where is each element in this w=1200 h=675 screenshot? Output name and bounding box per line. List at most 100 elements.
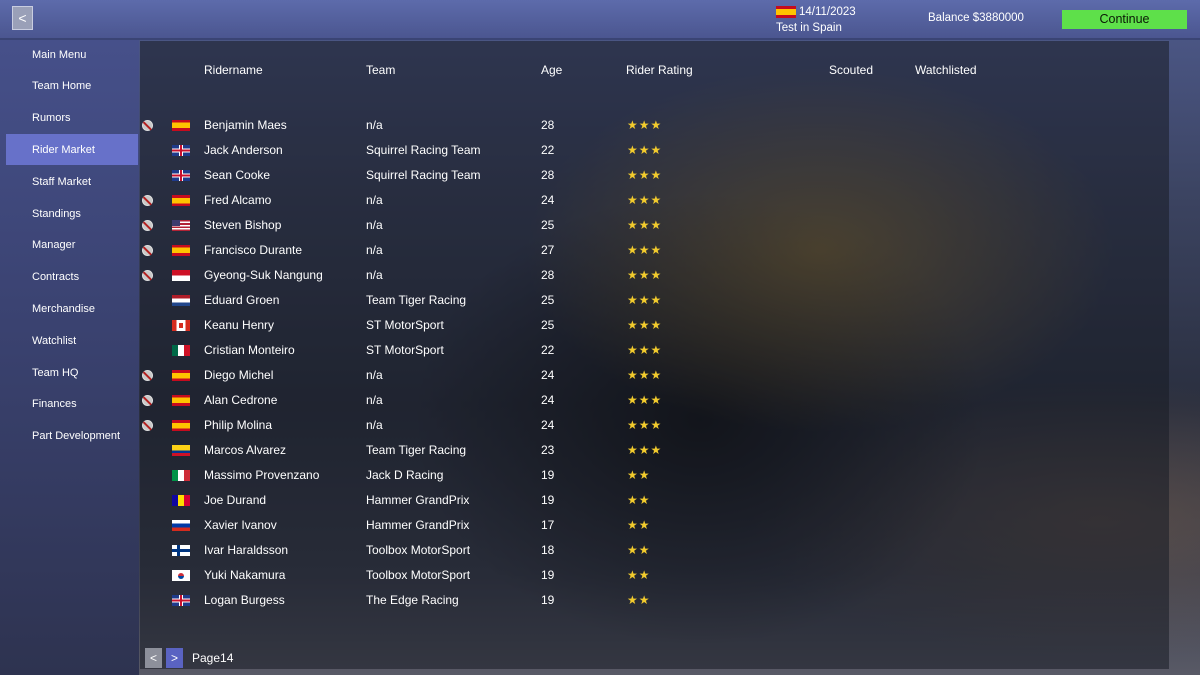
sidebar-item-rumors[interactable]: Rumors	[6, 103, 138, 134]
rider-rating: ★★★	[627, 393, 663, 407]
flag-es-icon	[172, 370, 190, 381]
rider-row[interactable]: Eduard Groen Team Tiger Racing 25 ★★★	[140, 288, 1169, 313]
header-scouted[interactable]: Scouted	[829, 63, 873, 77]
flag-es-icon	[172, 195, 190, 206]
rider-row[interactable]: Benjamin Maes n/a 28 ★★★	[140, 113, 1169, 138]
rider-team: n/a	[366, 368, 383, 382]
spain-flag-icon	[776, 6, 796, 18]
rider-team: The Edge Racing	[366, 593, 459, 607]
sidebar-item-watchlist[interactable]: Watchlist	[6, 325, 138, 356]
rider-rating: ★★★	[627, 268, 663, 282]
continue-button[interactable]: Continue	[1062, 10, 1187, 29]
rider-row[interactable]: Francisco Durante n/a 27 ★★★	[140, 238, 1169, 263]
rider-team: Hammer GrandPrix	[366, 518, 470, 532]
rider-age: 22	[541, 343, 555, 357]
prev-page-button[interactable]: <	[145, 648, 162, 668]
rider-age: 24	[541, 368, 555, 382]
unavailable-icon	[142, 195, 153, 206]
sidebar-item-main-menu[interactable]: Main Menu	[6, 39, 138, 70]
flag-es-icon	[172, 245, 190, 256]
rider-name[interactable]: Francisco Durante	[204, 238, 302, 263]
rider-rating: ★★★	[627, 318, 663, 332]
rider-team: Hammer GrandPrix	[366, 493, 470, 507]
top-bar: < 14/11/2023 Test in Spain Balance $3880…	[0, 0, 1200, 40]
rider-name[interactable]: Diego Michel	[204, 363, 273, 388]
rider-team: Team Tiger Racing	[366, 443, 467, 457]
rider-age: 19	[541, 568, 555, 582]
rider-age: 27	[541, 243, 555, 257]
rider-name[interactable]: Alan Cedrone	[204, 388, 277, 413]
header-rider-rating[interactable]: Rider Rating	[626, 63, 693, 77]
rider-name[interactable]: Steven Bishop	[204, 213, 281, 238]
sidebar-item-merchandise[interactable]: Merchandise	[6, 293, 138, 324]
sidebar-item-rider-market[interactable]: Rider Market	[6, 134, 138, 166]
sidebar-item-standings[interactable]: Standings	[6, 198, 138, 229]
sidebar-item-staff-market[interactable]: Staff Market	[6, 166, 138, 197]
flag-co-icon	[172, 445, 190, 456]
flag-ad-icon	[172, 495, 190, 506]
rider-team: Toolbox MotorSport	[366, 568, 471, 582]
sidebar-item-part-development[interactable]: Part Development	[6, 421, 138, 452]
sidebar-item-team-home[interactable]: Team Home	[6, 71, 138, 102]
rider-row[interactable]: Xavier Ivanov Hammer GrandPrix 17 ★★	[140, 513, 1169, 538]
rider-age: 25	[541, 293, 555, 307]
header-watchlisted[interactable]: Watchlisted	[915, 63, 977, 77]
rider-row[interactable]: Joe Durand Hammer GrandPrix 19 ★★	[140, 488, 1169, 513]
back-button[interactable]: <	[12, 6, 33, 30]
rider-name[interactable]: Logan Burgess	[204, 588, 285, 613]
rider-row[interactable]: Massimo Provenzano Jack D Racing 19 ★★	[140, 463, 1169, 488]
rider-row[interactable]: Diego Michel n/a 24 ★★★	[140, 363, 1169, 388]
current-date: 14/11/2023	[799, 6, 856, 18]
rider-name[interactable]: Ivar Haraldsson	[204, 538, 288, 563]
rider-name[interactable]: Jack Anderson	[204, 138, 283, 163]
sidebar-item-manager[interactable]: Manager	[6, 230, 138, 261]
sidebar-item-team-hq[interactable]: Team HQ	[6, 357, 138, 388]
rider-name[interactable]: Marcos Alvarez	[204, 438, 286, 463]
rider-row[interactable]: Fred Alcamo n/a 24 ★★★	[140, 188, 1169, 213]
rider-name[interactable]: Sean Cooke	[204, 163, 270, 188]
header-team[interactable]: Team	[366, 63, 395, 77]
rider-name[interactable]: Cristian Monteiro	[204, 338, 295, 363]
sidebar-item-contracts[interactable]: Contracts	[6, 262, 138, 293]
rider-row[interactable]: Jack Anderson Squirrel Racing Team 22 ★★★	[140, 138, 1169, 163]
rider-team: n/a	[366, 418, 383, 432]
rider-row[interactable]: Logan Burgess The Edge Racing 19 ★★	[140, 588, 1169, 613]
rider-rating: ★★★	[627, 218, 663, 232]
rider-age: 24	[541, 193, 555, 207]
rider-row[interactable]: Gyeong-Suk Nangung n/a 28 ★★★	[140, 263, 1169, 288]
header-age[interactable]: Age	[541, 63, 562, 77]
rider-age: 25	[541, 318, 555, 332]
rider-age: 28	[541, 118, 555, 132]
rider-row[interactable]: Ivar Haraldsson Toolbox MotorSport 18 ★★	[140, 538, 1169, 563]
unavailable-icon	[142, 395, 153, 406]
rider-name[interactable]: Eduard Groen	[204, 288, 279, 313]
rider-name[interactable]: Fred Alcamo	[204, 188, 271, 213]
rider-row[interactable]: Steven Bishop n/a 25 ★★★	[140, 213, 1169, 238]
next-page-button[interactable]: >	[166, 648, 183, 668]
rider-name[interactable]: Joe Durand	[204, 488, 266, 513]
rider-row[interactable]: Alan Cedrone n/a 24 ★★★	[140, 388, 1169, 413]
flag-ru-icon	[172, 520, 190, 531]
rider-row[interactable]: Sean Cooke Squirrel Racing Team 28 ★★★	[140, 163, 1169, 188]
rider-name[interactable]: Keanu Henry	[204, 313, 274, 338]
rider-name[interactable]: Yuki Nakamura	[204, 563, 285, 588]
flag-nl-icon	[172, 295, 190, 306]
rider-name[interactable]: Philip Molina	[204, 413, 272, 438]
rider-rating: ★★★	[627, 343, 663, 357]
rider-name[interactable]: Xavier Ivanov	[204, 513, 277, 538]
rider-row[interactable]: Cristian Monteiro ST MotorSport 22 ★★★	[140, 338, 1169, 363]
header-ridername[interactable]: Ridername	[204, 63, 263, 77]
rider-row[interactable]: Philip Molina n/a 24 ★★★	[140, 413, 1169, 438]
sidebar-item-finances[interactable]: Finances	[6, 389, 138, 420]
rider-row[interactable]: Marcos Alvarez Team Tiger Racing 23 ★★★	[140, 438, 1169, 463]
rider-age: 17	[541, 518, 555, 532]
current-location: Test in Spain	[776, 22, 842, 34]
flag-gb-icon	[172, 595, 190, 606]
rider-row[interactable]: Keanu Henry ST MotorSport 25 ★★★	[140, 313, 1169, 338]
rider-name[interactable]: Massimo Provenzano	[204, 463, 319, 488]
rider-name[interactable]: Benjamin Maes	[204, 113, 287, 138]
rider-row[interactable]: Yuki Nakamura Toolbox MotorSport 19 ★★	[140, 563, 1169, 588]
rider-rating: ★★	[627, 568, 651, 582]
rider-rating: ★★★	[627, 368, 663, 382]
rider-name[interactable]: Gyeong-Suk Nangung	[204, 263, 323, 288]
